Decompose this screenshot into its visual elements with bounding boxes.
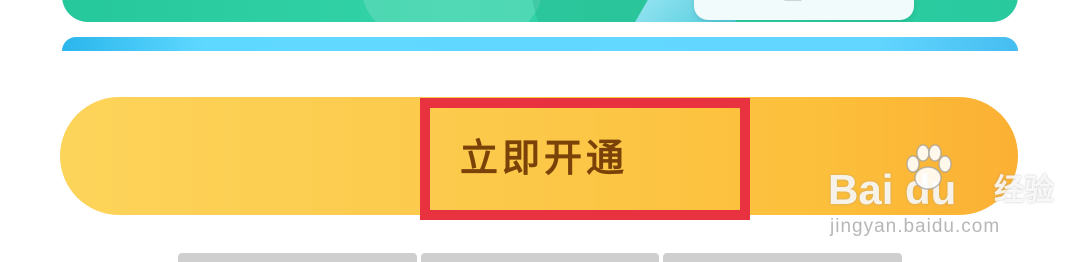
bottom-tab[interactable] [420,253,660,262]
watermark-url: jingyan.baidu.com [830,216,1001,237]
phone-text-line [784,0,802,1]
paw-icon [906,144,952,190]
watermark-sub-text: 经验 [994,173,1054,208]
bottom-tab-bar [178,253,903,262]
promo-decoration [362,0,542,22]
promo-card[interactable] [62,0,1018,22]
activate-now-label: 立即开通 [460,136,629,180]
promo-phone-illustration [694,0,914,20]
bottom-tab[interactable] [663,253,903,262]
bottom-tab[interactable] [178,253,417,262]
baidu-jingyan-watermark: Bai du 经验 jingyan.baidu.com [828,140,1054,240]
